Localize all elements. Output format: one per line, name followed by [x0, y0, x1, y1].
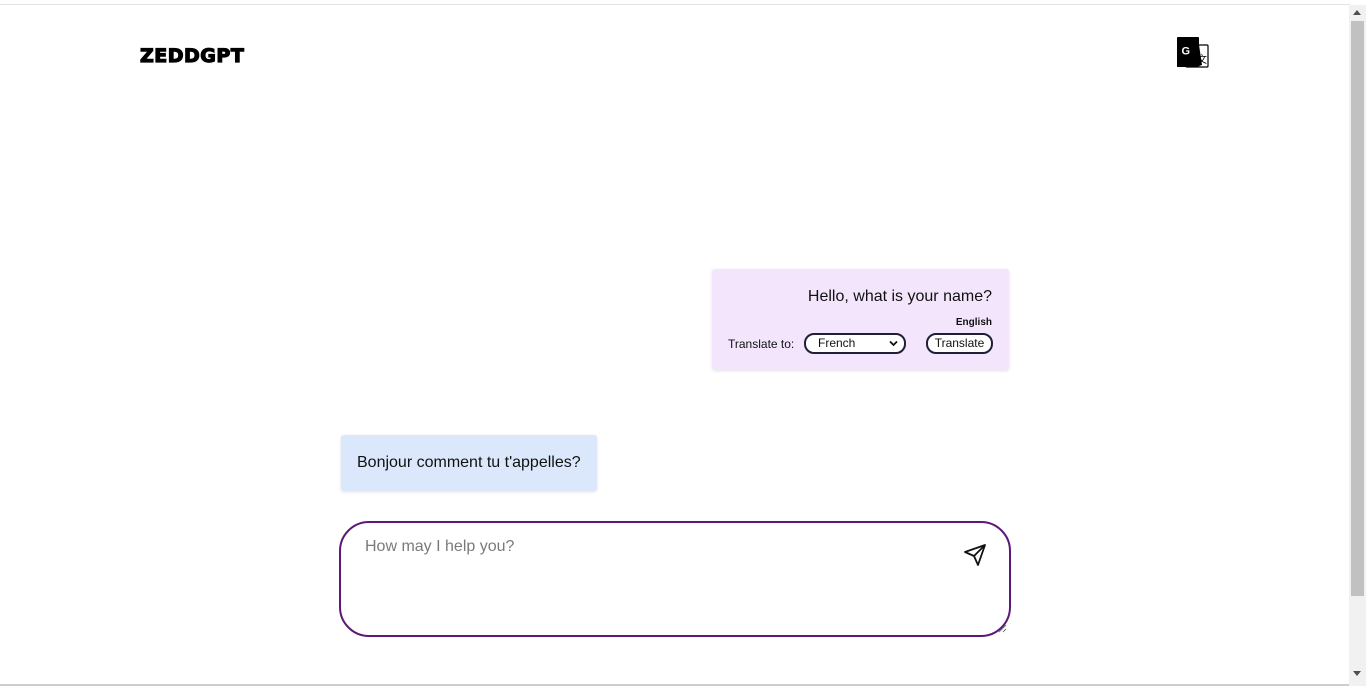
prompt-box[interactable] [339, 521, 1011, 637]
send-icon[interactable] [963, 543, 987, 567]
svg-text:文: 文 [1197, 53, 1207, 66]
scroll-down-arrow-icon[interactable] [1353, 671, 1361, 676]
svg-text:G: G [1182, 46, 1191, 58]
vertical-scrollbar[interactable] [1349, 5, 1366, 686]
app-logo[interactable]: ZEDDGPT [139, 42, 244, 70]
chevron-down-icon [889, 340, 898, 347]
user-message-text: Hello, what is your name? [807, 288, 992, 305]
target-language-value: French [818, 336, 856, 350]
app-viewport: ZEDDGPT G 文 Hello, what is your name? En… [0, 0, 1366, 686]
prompt-input[interactable] [365, 535, 925, 559]
resize-grip-icon[interactable] [998, 624, 1007, 633]
detected-language-label: English [955, 317, 992, 328]
bot-message-text: Bonjour comment tu t'appelles? [357, 454, 581, 471]
scrollbar-thumb[interactable] [1351, 21, 1364, 596]
user-message-bubble: Hello, what is your name? English Transl… [712, 269, 1009, 370]
google-translate-icon[interactable]: G 文 [1176, 36, 1210, 70]
target-language-select[interactable]: French [804, 333, 906, 354]
bot-message-bubble: Bonjour comment tu t'appelles? [341, 435, 597, 491]
translate-to-label: Translate to: [728, 337, 795, 351]
translate-button[interactable]: Translate [926, 333, 993, 354]
scroll-up-arrow-icon[interactable] [1353, 10, 1361, 15]
top-divider [0, 4, 1350, 5]
